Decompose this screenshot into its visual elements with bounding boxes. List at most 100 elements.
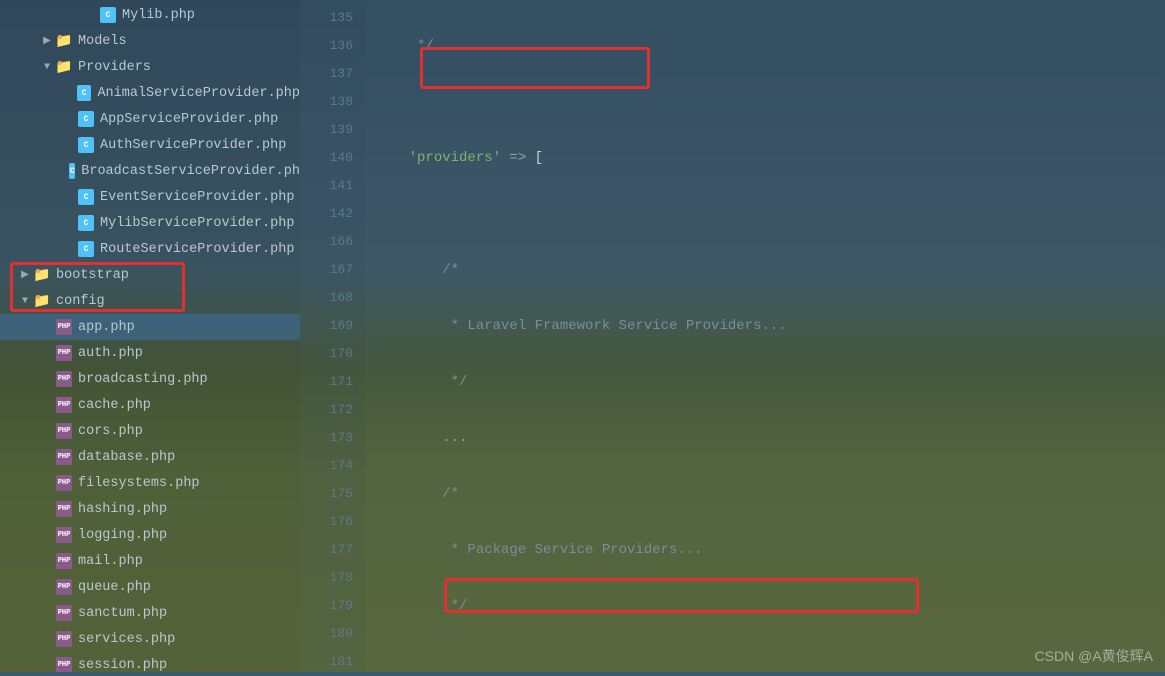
tree-item[interactable]: C AppServiceProvider.php [0, 106, 300, 132]
tree-item-label: services.php [78, 632, 175, 647]
tree-item-label: cors.php [78, 424, 143, 439]
code-text: * Laravel Framework Service Providers... [409, 318, 787, 334]
tree-item[interactable]: PHP session.php [0, 652, 300, 672]
class-icon: C [100, 7, 116, 23]
tree-item[interactable]: PHPdatabase.php [0, 444, 300, 470]
php-icon: PHP [56, 631, 72, 647]
code-text: */ [375, 38, 434, 54]
php-icon: PHP [56, 657, 72, 672]
tree-item-label: Models [78, 34, 127, 49]
watermark: CSDN @A黄俊辉A [1035, 646, 1153, 666]
class-icon: C [78, 189, 94, 205]
tree-item[interactable]: ▼📁 Providers [0, 54, 300, 80]
tree-item[interactable]: PHP filesystems.php [0, 470, 300, 496]
php-icon: PHP [56, 579, 72, 595]
php-icon: PHP [56, 553, 72, 569]
class-icon: C [78, 137, 94, 153]
tree-item-label: RouteServiceProvider.php [100, 242, 294, 257]
tree-item[interactable]: C BroadcastServiceProvider.ph [0, 158, 300, 184]
tree-item[interactable]: C EventServiceProvider.php [0, 184, 300, 210]
chevron-icon: ▶ [18, 269, 32, 281]
tree-item-label: logging.php [78, 528, 167, 543]
tree-item[interactable]: C RouteServiceProvider.php [0, 236, 300, 262]
line-number: 180 [300, 620, 353, 648]
tree-item[interactable]: PHP broadcasting.php [0, 366, 300, 392]
code-text: [ [535, 150, 543, 166]
code-text: /* [409, 486, 459, 502]
line-number-gutter: 1351361371381391401411421661671681691701… [300, 0, 365, 672]
code-editor[interactable]: */ 'providers' => [ /* * Laravel Framewo… [365, 0, 1165, 672]
php-icon: PHP [56, 449, 72, 465]
class-icon: C [78, 111, 94, 127]
tree-item-label: AuthServiceProvider.php [100, 138, 286, 153]
tree-item[interactable]: PHP services.php [0, 626, 300, 652]
line-number: 167 [300, 256, 353, 284]
tree-item-label: AnimalServiceProvider.php [97, 86, 300, 101]
tree-item-label: hashing.php [78, 502, 167, 517]
code-text: => [501, 150, 535, 166]
code-text: ... [409, 430, 468, 446]
tree-item-label: auth.php [78, 346, 143, 361]
tree-item[interactable]: PHP auth.php [0, 340, 300, 366]
folder-icon: 📁 [56, 33, 72, 49]
tree-item-label: MylibServiceProvider.php [100, 216, 294, 231]
tree-item[interactable]: PHP sanctum.php [0, 600, 300, 626]
php-icon: PHP [56, 345, 72, 361]
php-icon: PHP [56, 371, 72, 387]
tree-item[interactable]: ▶📁 bootstrap [0, 262, 300, 288]
line-number: 142 [300, 200, 353, 228]
line-number: 170 [300, 340, 353, 368]
tree-item[interactable]: ▶📁Models [0, 28, 300, 54]
line-number: 141 [300, 172, 353, 200]
tree-item[interactable]: PHP queue.php [0, 574, 300, 600]
tree-item-label: broadcasting.php [78, 372, 208, 387]
tree-item-label: Providers [78, 60, 151, 75]
tree-item-label: session.php [78, 658, 167, 673]
php-icon: PHP [56, 319, 72, 335]
tree-item[interactable]: ▼📁 config [0, 288, 300, 314]
tree-item-label: sanctum.php [78, 606, 167, 621]
line-number: 176 [300, 508, 353, 536]
php-icon: PHP [56, 423, 72, 439]
php-icon: PHP [56, 527, 72, 543]
file-tree-sidebar[interactable]: CMylib.php▶📁Models▼📁ProvidersCAnimalServ… [0, 0, 300, 672]
tree-item[interactable]: PHPmail.php [0, 548, 300, 574]
tree-item[interactable]: C AuthServiceProvider.php [0, 132, 300, 158]
class-icon: C [78, 241, 94, 257]
tree-item-label: bootstrap [56, 268, 129, 283]
line-number: 140 [300, 144, 353, 172]
php-icon: PHP [56, 605, 72, 621]
line-number: 135 [300, 4, 353, 32]
php-icon: PHP [56, 397, 72, 413]
line-number: 136 [300, 32, 353, 60]
tree-item[interactable]: PHP logging.php [0, 522, 300, 548]
line-number: 138 [300, 88, 353, 116]
tree-item-label: cache.php [78, 398, 151, 413]
tree-item[interactable]: PHP cache.php [0, 392, 300, 418]
class-icon: C [69, 163, 75, 179]
tree-item-label: filesystems.php [78, 476, 200, 491]
tree-item-label: Mylib.php [122, 8, 195, 23]
line-number: 178 [300, 564, 353, 592]
tree-item[interactable]: PHPapp.php [0, 314, 300, 340]
tree-item[interactable]: CMylibServiceProvider.php [0, 210, 300, 236]
code-text: */ [409, 374, 468, 390]
tree-item[interactable]: C Mylib.php [0, 2, 300, 28]
tree-item[interactable]: CAnimalServiceProvider.php [0, 80, 300, 106]
tree-item-label: queue.php [78, 580, 151, 595]
line-number: 175 [300, 480, 353, 508]
folder-icon: 📁 [34, 267, 50, 283]
tree-item-label: BroadcastServiceProvider.ph [81, 164, 300, 179]
tree-item-label: EventServiceProvider.php [100, 190, 294, 205]
chevron-icon: ▼ [18, 296, 32, 307]
tree-item-label: config [56, 294, 105, 309]
php-icon: PHP [56, 501, 72, 517]
folder-icon: 📁 [34, 293, 50, 309]
php-icon: PHP [56, 475, 72, 491]
tree-item[interactable]: PHP cors.php [0, 418, 300, 444]
line-number: 139 [300, 116, 353, 144]
tree-item[interactable]: PHP hashing.php [0, 496, 300, 522]
chevron-icon: ▼ [40, 62, 54, 73]
folder-icon: 📁 [56, 59, 72, 75]
tree-item-label: AppServiceProvider.php [100, 112, 278, 127]
